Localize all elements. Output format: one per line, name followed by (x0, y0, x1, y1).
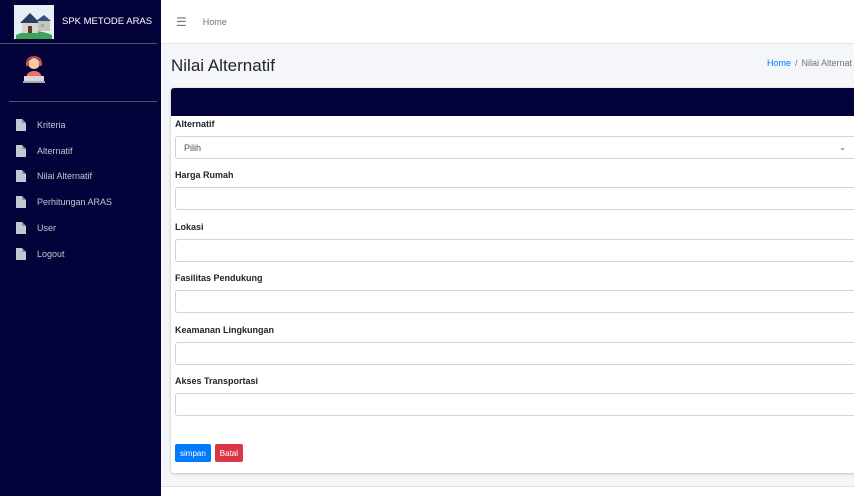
sidebar-item-label: Kriteria (37, 119, 66, 130)
fasilitas-pendukung-label: Fasilitas Pendukung (175, 273, 263, 283)
form-group-lokasi: Lokasi (175, 222, 854, 262)
user-panel (9, 44, 157, 102)
form-group-fasilitas-pendukung: Fasilitas Pendukung (175, 273, 854, 313)
page-title: Nilai Alternatif (171, 56, 275, 75)
akses-transportasi-label: Akses Transportasi (175, 376, 259, 386)
keamanan-lingkungan-input[interactable] (175, 342, 854, 365)
form-group-alternatif: Alternatif Pilih ⌄ (175, 119, 854, 159)
form-group-akses-transportasi: Akses Transportasi (175, 376, 854, 416)
hamburger-icon[interactable]: ☰ (176, 15, 187, 29)
sidebar-nav: Kriteria Alternatif Nilai Alternatif Per… (0, 112, 161, 267)
cancel-button[interactable]: Batal (214, 444, 244, 462)
sidebar-item-label: Logout (37, 248, 65, 259)
sidebar-item-label: Alternatif (37, 145, 73, 156)
chevron-down-icon: ⌄ (839, 143, 846, 152)
top-home-link[interactable]: Home (203, 17, 227, 27)
user-avatar-icon[interactable] (23, 54, 45, 84)
keamanan-lingkungan-label: Keamanan Lingkungan (175, 325, 275, 335)
sidebar-item-nilai-alternatif[interactable]: Nilai Alternatif (0, 164, 161, 190)
harga-rumah-input[interactable] (175, 187, 854, 210)
card-header (171, 88, 854, 116)
file-icon (16, 196, 26, 209)
breadcrumb-home-link[interactable]: Home (767, 58, 791, 68)
harga-rumah-label: Harga Rumah (175, 170, 234, 180)
lokasi-label: Lokasi (175, 222, 204, 232)
file-icon (16, 222, 26, 235)
form-card: Alternatif Pilih ⌄ Harga Rumah Lokasi Fa… (171, 88, 854, 473)
file-icon (16, 247, 26, 260)
sidebar-item-perhitungan-aras[interactable]: Perhitungan ARAS (0, 189, 161, 215)
fasilitas-pendukung-input[interactable] (175, 290, 854, 313)
sidebar-item-logout[interactable]: Logout (0, 241, 161, 267)
house-logo-icon (14, 4, 54, 39)
sidebar-item-label: Perhitungan ARAS (37, 197, 113, 208)
alternatif-selected-value: Pilih (184, 142, 202, 153)
akses-transportasi-input[interactable] (175, 393, 854, 416)
alternatif-select[interactable]: Pilih ⌄ (175, 136, 854, 159)
brand-link[interactable]: SPK METODE ARAS (0, 0, 157, 44)
file-icon (16, 118, 26, 131)
alternatif-label: Alternatif (175, 119, 215, 129)
file-icon (16, 170, 26, 183)
sidebar-item-label: User (37, 223, 57, 234)
breadcrumb: Home / Nilai Alternat (767, 58, 852, 68)
form-actions: simpan Batal (175, 444, 244, 462)
breadcrumb-separator: / (794, 58, 798, 68)
sidebar: SPK METODE ARAS Kriteria Alternatif Nila… (0, 0, 161, 496)
save-button[interactable]: simpan (175, 444, 211, 462)
sidebar-item-label: Nilai Alternatif (37, 171, 93, 182)
top-navbar: ☰ Home (161, 0, 854, 44)
footer (161, 486, 854, 496)
lokasi-input[interactable] (175, 239, 854, 262)
brand-text: SPK METODE ARAS (62, 16, 153, 27)
sidebar-item-alternatif[interactable]: Alternatif (0, 138, 161, 164)
breadcrumb-current: Nilai Alternat (801, 58, 852, 68)
sidebar-item-user[interactable]: User (0, 215, 161, 241)
content-header: Nilai Alternatif Home / Nilai Alternat (161, 44, 854, 88)
file-icon (16, 144, 26, 157)
sidebar-item-kriteria[interactable]: Kriteria (0, 112, 161, 138)
form-group-harga-rumah: Harga Rumah (175, 170, 854, 210)
form-group-keamanan-lingkungan: Keamanan Lingkungan (175, 325, 854, 365)
